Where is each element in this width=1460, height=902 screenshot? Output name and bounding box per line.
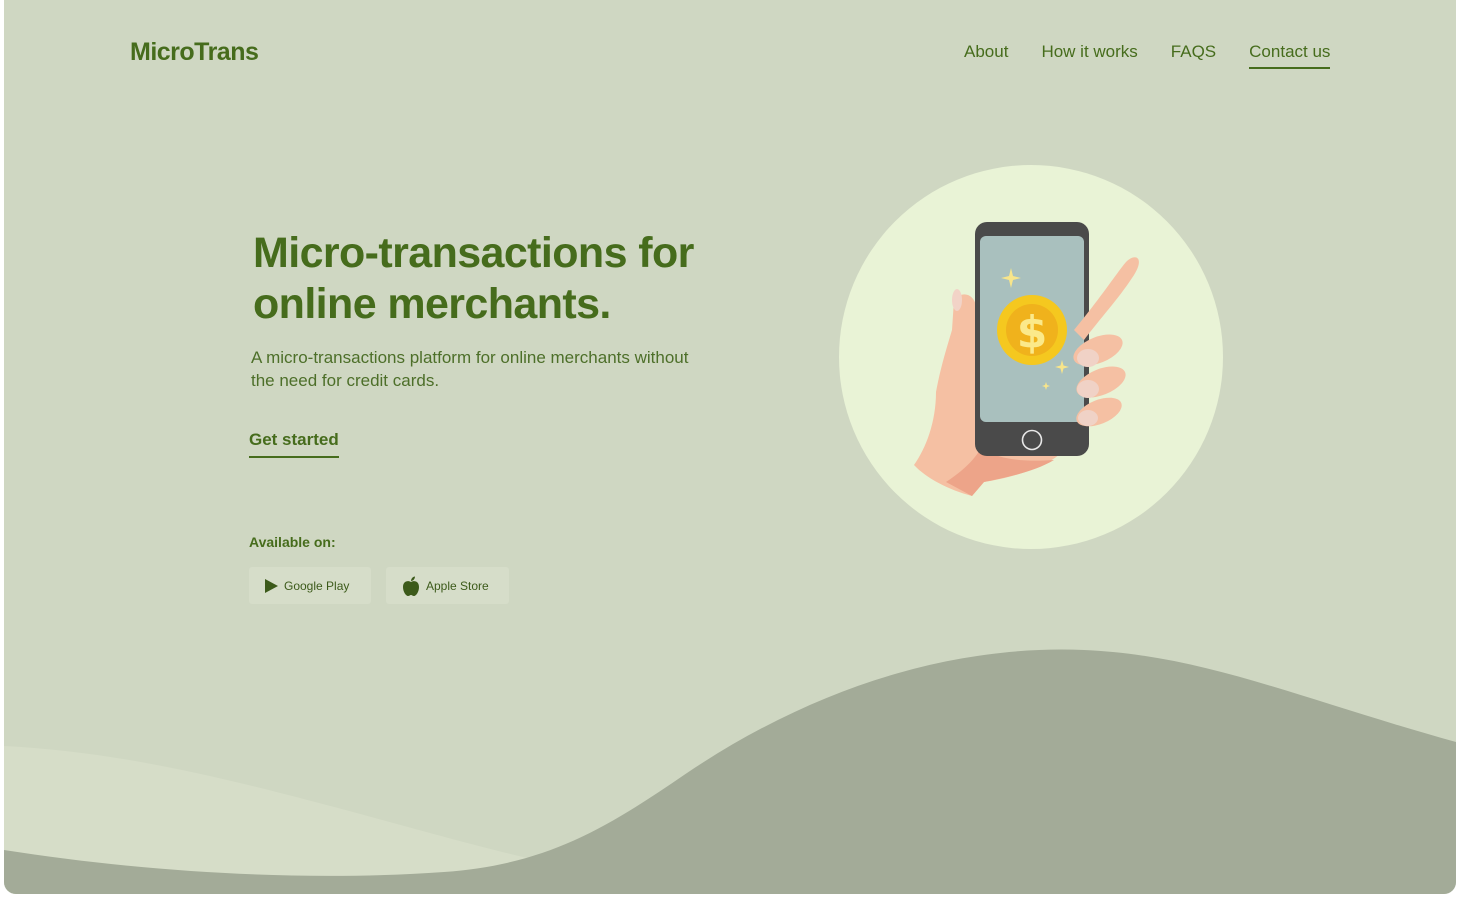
dollar-sign-icon: $: [1017, 307, 1048, 358]
hero-subtitle: A micro-transactions platform for online…: [251, 348, 689, 390]
available-on-label: Available on:: [249, 534, 336, 550]
top-nav: About How it works FAQS Contact us: [964, 42, 1331, 69]
apple-store-label: Apple Store: [426, 578, 489, 593]
google-play-button[interactable]: Google Play: [249, 567, 371, 604]
background-waves: [4, 649, 1456, 894]
fingernail-2: [1077, 380, 1099, 398]
nav-about[interactable]: About: [964, 42, 1008, 69]
nav-contact-us[interactable]: Contact us: [1249, 42, 1331, 69]
get-started-link[interactable]: Get started: [249, 430, 339, 458]
apple-store-button[interactable]: Apple Store: [386, 567, 509, 604]
brand-logo[interactable]: MicroTrans: [130, 38, 259, 67]
nav-faqs[interactable]: FAQS: [1171, 42, 1216, 69]
fingernail-3: [1078, 410, 1098, 426]
landing-page: MicroTrans About How it works FAQS Conta…: [4, 0, 1456, 894]
nav-how-it-works[interactable]: How it works: [1041, 42, 1137, 69]
fingernail-1: [1077, 349, 1099, 367]
google-play-label: Google Play: [284, 578, 350, 593]
google-play-icon: [265, 578, 278, 593]
hero-title: Micro-transactions for online merchants.: [253, 229, 694, 328]
thumb-nail: [952, 289, 962, 311]
apple-icon: [402, 576, 420, 596]
hand-phone-dollar-illustration: $: [839, 165, 1223, 549]
